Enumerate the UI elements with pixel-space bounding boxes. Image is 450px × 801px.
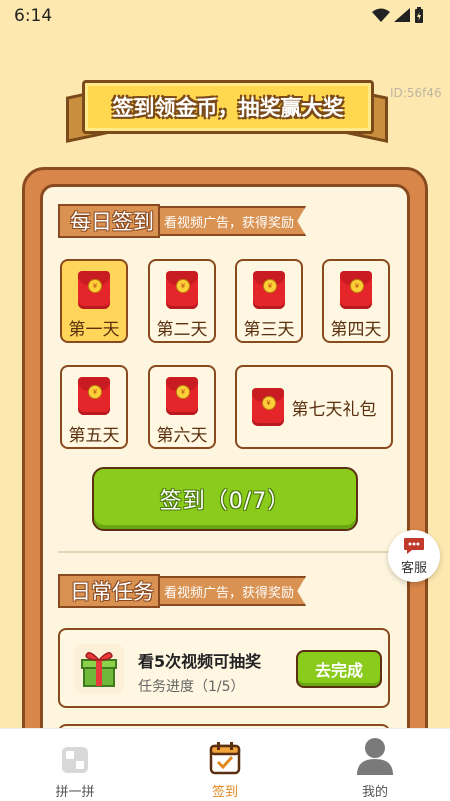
nav-label: 签到 [211,785,238,800]
nav-label: 我的 [361,785,388,800]
gift-icon [74,644,124,694]
red-envelope-icon: ¥ [253,271,285,309]
section-divider [58,551,392,553]
day-label: 第四天 [330,320,382,340]
daily-checkin-header: 每日签到 看视频广告，获得奖励 [58,203,307,239]
user-icon [357,738,393,775]
customer-service-label: 客服 [400,560,427,576]
red-envelope-icon: ¥ [166,377,198,415]
daily-tasks-title: 日常任务 [58,574,160,608]
red-envelope-icon: ¥ [251,388,284,426]
nav-item-mine[interactable]: 我的 [300,729,450,801]
calendar-check-icon [209,742,241,775]
wifi-icon [372,8,390,22]
red-envelope-icon: ¥ [340,271,372,309]
day-cell-1[interactable]: ¥ 第一天 [60,259,128,343]
nav-item-signin[interactable]: 签到 [150,729,300,801]
red-envelope-icon: ¥ [78,377,110,415]
day-cell-3[interactable]: ¥ 第三天 [235,259,303,343]
status-bar: 6:14 [0,0,450,32]
day-label: 第五天 [68,426,120,446]
task-title: 看5次视频可抽奖 [138,652,262,671]
signin-button[interactable]: 签到（0/7） [92,467,358,531]
daily-tasks-header: 日常任务 看视频广告，获得奖励 [58,573,307,609]
banner-title: 签到领金币，抽奖赢大奖 [82,80,374,134]
task-go-button[interactable]: 去完成 [296,650,382,688]
day-label: 第三天 [243,320,295,340]
puzzle-icon [62,747,88,773]
daily-tasks-subtitle: 看视频广告，获得奖励 [160,576,307,606]
day-cell-5[interactable]: ¥ 第五天 [60,365,128,449]
day-label: 第一天 [68,320,120,340]
user-id: ID:56f46 [390,86,442,100]
customer-service-button[interactable]: 客服 [388,530,440,582]
day-cell-7-gift[interactable]: ¥ 第七天礼包 [235,365,393,449]
nav-label: 拼一拼 [55,785,95,800]
battery-icon [415,7,423,23]
signal-icon [394,8,410,22]
day-cell-2[interactable]: ¥ 第二天 [148,259,216,343]
task-progress: 任务进度（1/5） [138,679,245,695]
day-label: 第二天 [156,320,208,340]
daily-checkin-title: 每日签到 [58,204,160,238]
nav-item-pinyipin[interactable]: 拼一拼 [0,729,150,801]
task-card: 看5次视频可抽奖 任务进度（1/5） 去完成 [58,628,390,708]
red-envelope-icon: ¥ [166,271,198,309]
day-label: 第七天礼包 [291,399,377,420]
red-envelope-icon: ¥ [78,271,110,309]
day-cell-4[interactable]: ¥ 第四天 [322,259,390,343]
day-cell-6[interactable]: ¥ 第六天 [148,365,216,449]
bottom-nav: 拼一拼 签到 我的 [0,728,450,801]
status-time: 6:14 [14,6,53,26]
daily-checkin-subtitle: 看视频广告，获得奖励 [160,206,307,236]
chat-bubble-icon [404,537,424,554]
day-label: 第六天 [156,426,208,446]
